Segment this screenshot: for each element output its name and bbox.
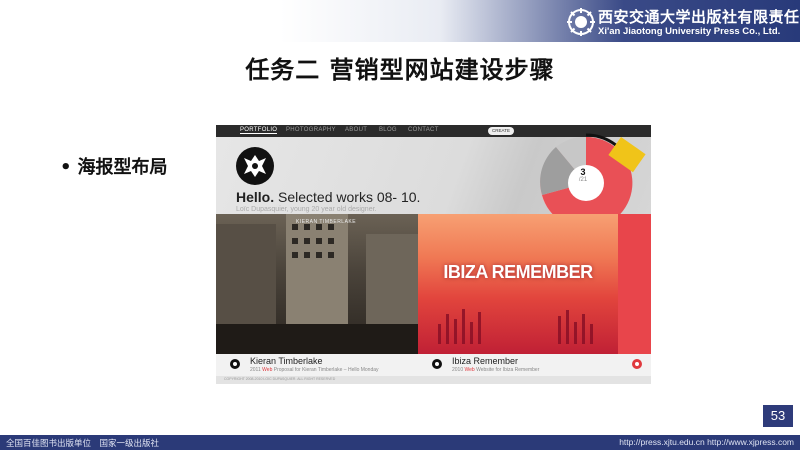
slide-counter: 3 /21 — [578, 167, 588, 183]
project-cards: Kieran Timberlake 2011 Web Proposal for … — [216, 354, 651, 376]
footer-left-text: 全国百佳图书出版单位 国家一级出版社 — [6, 439, 160, 449]
publisher-name-en: Xi'an Jiaotong University Press Co., Ltd… — [598, 26, 781, 37]
slide-title: 任务二 营销型网站建设步骤 — [245, 55, 555, 84]
site-footer: COPYRIGHT 2008-2010 LOIC DUPASQUIER. ALL… — [216, 376, 651, 384]
project-ring-icon — [230, 359, 240, 369]
project-title-ibiza[interactable]: Ibiza Remember — [452, 356, 518, 366]
project-ring-icon — [432, 359, 442, 369]
website-screenshot: PORTFOLIO PHOTOGRAPHY ABOUT BLOG CONTACT… — [216, 125, 651, 384]
page-number: 53 — [763, 405, 793, 427]
nav-portfolio[interactable]: PORTFOLIO — [240, 127, 278, 134]
project-image-label: KIERAN TIMBERLAKE — [296, 219, 357, 225]
nav-blog[interactable]: BLOG — [379, 127, 397, 133]
project-ring-icon — [632, 359, 642, 369]
footer-bar: 全国百佳图书出版单位 国家一级出版社 http://press.xjtu.edu… — [0, 435, 800, 450]
bullet-item: • 海报型布局 — [60, 153, 168, 179]
brand-emblem-icon — [236, 147, 274, 185]
create-button[interactable]: CREATE — [488, 127, 514, 135]
bullet-text: 海报型布局 — [77, 157, 168, 178]
project-title-kieran[interactable]: Kieran Timberlake — [250, 356, 323, 366]
nav-photography[interactable]: PHOTOGRAPHY — [286, 127, 336, 133]
nav-about[interactable]: ABOUT — [345, 127, 367, 133]
ibiza-headline: IBIZA REMEMBER — [443, 262, 593, 282]
nav-contact[interactable]: CONTACT — [408, 127, 439, 133]
university-press-logo-icon — [567, 8, 595, 36]
project-meta-ibiza: 2010 Web Website for Ibiza Remember — [452, 367, 540, 373]
bullet-mark: • — [60, 157, 72, 178]
publisher-name-cn: 西安交通大学出版社有限责任公司 — [598, 8, 800, 26]
next-project-peek[interactable] — [618, 214, 651, 354]
footer-urls[interactable]: http://press.xjtu.edu.cn http://www.xjpr… — [619, 437, 794, 447]
project-image-ibiza[interactable] — [418, 214, 618, 354]
project-meta-kieran: 2011 Web Proposal for Kieran Timberlake … — [250, 367, 379, 373]
hero-heading: Hello. Selected works 08- 10. — [236, 189, 421, 205]
hero-subtitle: Loïc Dupasquier, young 20 year old desig… — [236, 206, 377, 213]
project-image-kieran[interactable] — [216, 214, 418, 354]
